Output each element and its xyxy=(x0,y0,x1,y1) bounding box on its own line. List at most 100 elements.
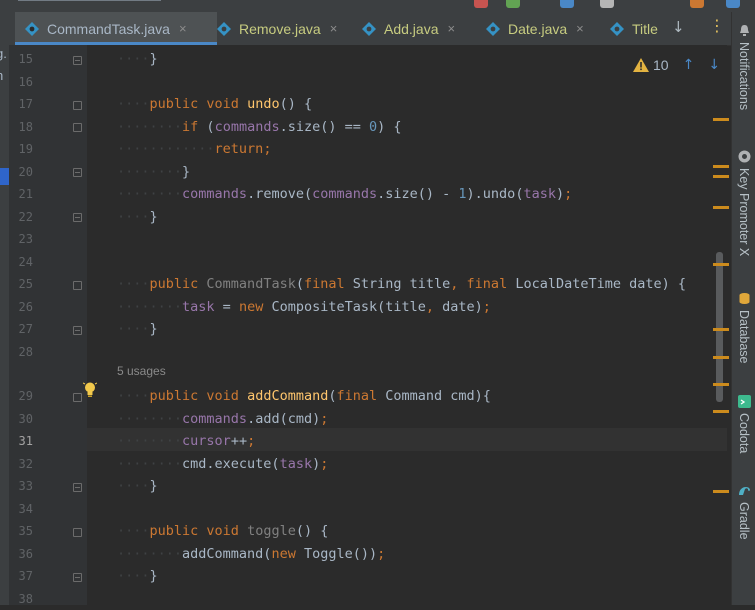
code-line: ········} xyxy=(117,161,190,184)
tool-gradle[interactable]: Gradle xyxy=(732,484,755,540)
java-class-icon xyxy=(610,22,624,36)
right-tool-bar: Notifications Key Promoter X Database Co… xyxy=(731,12,755,605)
line-number: 17 xyxy=(9,93,33,116)
fold-start-icon[interactable] xyxy=(73,281,82,290)
warning-marker[interactable] xyxy=(713,356,729,359)
current-line-number: 31 xyxy=(9,430,33,453)
code-line: ····public void toggle() { xyxy=(117,520,328,543)
build-indicator-icon[interactable] xyxy=(506,0,520,8)
warning-count: 10 xyxy=(653,57,669,73)
code-line: ········if (commands.size() == 0) { xyxy=(117,116,402,139)
code-line: ····} xyxy=(117,475,158,498)
editor-tab-bar: CommandTask.java × Remove.java × Add.jav… xyxy=(0,12,731,46)
fold-start-icon[interactable] xyxy=(73,123,82,132)
code-line: ········addCommand(new Toggle()); xyxy=(117,543,385,566)
gradle-icon xyxy=(738,484,751,497)
java-class-icon xyxy=(486,22,500,36)
warning-marker[interactable] xyxy=(713,328,729,331)
fold-start-icon[interactable] xyxy=(73,393,82,402)
line-number: 24 xyxy=(9,251,33,274)
tab-remove[interactable]: Remove.java × xyxy=(207,12,362,45)
tab-commandtask[interactable]: CommandTask.java × xyxy=(15,12,217,45)
inspection-widget[interactable]: 10 ↑ ↓ xyxy=(633,55,720,75)
lightbulb-icon[interactable] xyxy=(83,381,97,399)
run-indicator-icon[interactable] xyxy=(474,0,488,8)
tab-title[interactable]: Title xyxy=(600,12,672,45)
tab-label: CommandTask.java xyxy=(47,21,170,37)
key-promoter-icon xyxy=(738,150,751,163)
tool-notifications[interactable]: Notifications xyxy=(732,24,755,110)
line-number: 18 xyxy=(9,116,33,139)
database-icon xyxy=(738,292,751,305)
warning-marker[interactable] xyxy=(713,165,729,168)
close-tab-icon[interactable]: × xyxy=(447,21,455,36)
code-line: ····} xyxy=(117,565,158,588)
code-line: ········task = new CompositeTask(title, … xyxy=(117,296,491,319)
tab-add[interactable]: Add.java × xyxy=(352,12,484,45)
line-number: 15 xyxy=(9,48,33,71)
line-number: 38 xyxy=(9,588,33,610)
java-class-icon xyxy=(362,22,376,36)
tool-key-promoter[interactable]: Key Promoter X xyxy=(732,150,755,256)
editor-gutter[interactable]: 15 16 17 18 19 20 21 22 23 24 25 26 27 2… xyxy=(9,45,87,605)
java-class-icon xyxy=(217,22,231,36)
project-panel-edge[interactable]: g. n xyxy=(0,45,9,605)
project-tree-fragment: n xyxy=(0,68,3,83)
tool-label: Codota xyxy=(737,413,751,453)
fold-end-icon[interactable] xyxy=(73,483,82,492)
error-stripe[interactable] xyxy=(711,45,731,605)
fold-start-icon[interactable] xyxy=(73,101,82,110)
line-number: 19 xyxy=(9,138,33,161)
fold-start-icon[interactable] xyxy=(73,528,82,537)
code-line: ····public CommandTask(final String titl… xyxy=(117,273,686,296)
tab-menu-icon[interactable]: ⋮ xyxy=(709,16,725,35)
bell-icon xyxy=(738,24,751,37)
line-number: 36 xyxy=(9,543,33,566)
code-line: ········cmd.execute(task); xyxy=(117,453,328,476)
line-number: 33 xyxy=(9,475,33,498)
fold-end-icon[interactable] xyxy=(73,573,82,582)
usages-hint[interactable]: 5 usages xyxy=(117,364,166,378)
codota-icon xyxy=(738,395,751,408)
warning-marker[interactable] xyxy=(713,383,729,386)
tab-label: Date.java xyxy=(508,21,567,37)
warning-marker[interactable] xyxy=(713,490,729,493)
previous-highlight-icon[interactable]: ↑ xyxy=(683,57,695,73)
code-line: ········commands.remove(commands.size() … xyxy=(117,183,572,206)
tool-codota[interactable]: Codota xyxy=(732,395,755,453)
code-editor[interactable]: ····} ····public void undo() { ········i… xyxy=(87,45,727,605)
project-tree-fragment: g. xyxy=(0,46,7,61)
close-tab-icon[interactable]: × xyxy=(179,21,187,36)
line-number: 30 xyxy=(9,408,33,431)
fold-end-icon[interactable] xyxy=(73,326,82,335)
tool-label: Notifications xyxy=(737,42,751,110)
line-number: 37 xyxy=(9,565,33,588)
vcs-indicator-icon[interactable] xyxy=(600,0,614,8)
search-everywhere-icon[interactable] xyxy=(726,0,740,8)
project-selection-highlight xyxy=(0,168,9,185)
close-tab-icon[interactable]: × xyxy=(330,21,338,36)
fold-end-icon[interactable] xyxy=(73,213,82,222)
profile-indicator-icon[interactable] xyxy=(690,0,704,8)
warning-marker[interactable] xyxy=(713,263,729,266)
fold-end-icon[interactable] xyxy=(73,56,82,65)
close-tab-icon[interactable]: × xyxy=(576,21,584,36)
line-number: 35 xyxy=(9,520,33,543)
warning-marker[interactable] xyxy=(713,118,729,121)
line-number: 21 xyxy=(9,183,33,206)
debug-indicator-icon[interactable] xyxy=(560,0,574,8)
scrollbar-thumb[interactable] xyxy=(716,252,723,402)
tab-label: Title xyxy=(632,21,658,37)
tab-scroll-down-icon[interactable]: ↓ xyxy=(672,18,685,36)
tab-date[interactable]: Date.java × xyxy=(474,12,612,45)
warning-marker[interactable] xyxy=(713,410,729,413)
tab-label: Add.java xyxy=(384,21,438,37)
warning-icon xyxy=(633,58,649,72)
tab-label: Remove.java xyxy=(239,21,321,37)
warning-marker[interactable] xyxy=(713,206,729,209)
title-fragment: ————————————— xyxy=(18,0,318,4)
warning-marker[interactable] xyxy=(713,175,729,178)
tool-database[interactable]: Database xyxy=(732,292,755,364)
line-number: 20 xyxy=(9,161,33,184)
fold-end-icon[interactable] xyxy=(73,168,82,177)
